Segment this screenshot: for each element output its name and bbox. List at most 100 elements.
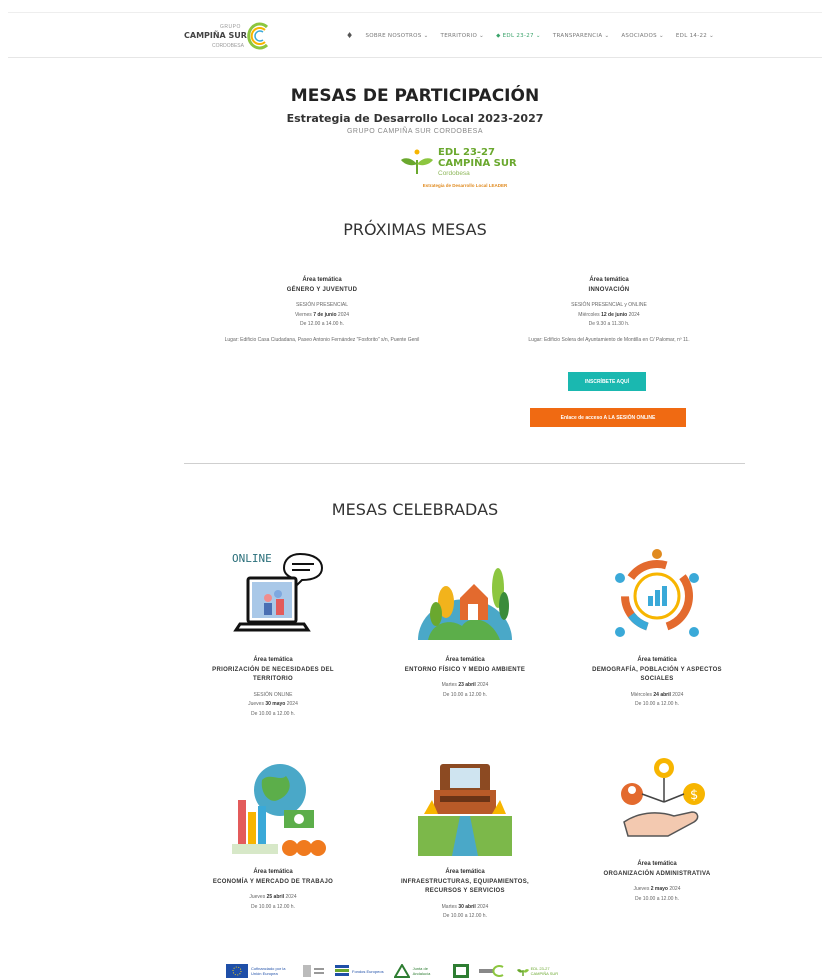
- sprout-icon: [401, 149, 433, 174]
- area-topic: DEMOGRAFÍA, POBLACIÓN Y ASPECTOS SOCIALE…: [592, 666, 722, 683]
- area-label: Área temática: [445, 657, 485, 663]
- area-label: Área temática: [637, 861, 677, 867]
- session-time: De 10.00 a 12.00 h.: [251, 710, 295, 717]
- online-session-link-button[interactable]: Enlace de acceso A LA SESIÓN ONLINE: [530, 408, 686, 427]
- past-card: $ Área temática ORGANIZACIÓN ADMINISTRAT…: [582, 752, 732, 904]
- area-topic: INNOVACIÓN: [588, 286, 630, 293]
- area-label: Área temática: [253, 657, 293, 663]
- session-mode: SESIÓN PRESENCIAL y ONLINE: [571, 302, 647, 308]
- fondos-text: Fondos Europeos: [352, 968, 384, 974]
- edl-footer-text: EDL 23-27 CAMPIÑA SUR: [530, 966, 559, 976]
- area-topic: ENTORNO FÍSICO Y MEDIO AMBIENTE: [404, 666, 526, 673]
- logo-brand-text: CAMPIÑA SUR: [184, 31, 247, 40]
- home-icon[interactable]: ♦: [346, 31, 353, 40]
- session-time: De 10.00 a 12.00 h.: [251, 903, 295, 910]
- past-card: Área temática DEMOGRAFÍA, POBLACIÓN Y AS…: [582, 548, 732, 710]
- junta-text: Junta de Andalucía: [412, 966, 431, 976]
- session-date: Viernes 7 de junio 2024: [294, 311, 350, 318]
- session-date: Jueves 25 abril 2024: [249, 894, 297, 900]
- session-time: De 10.00 a 12.00 h.: [443, 913, 487, 919]
- svg-text:$: $: [690, 788, 698, 803]
- nav-item-edl-14-22[interactable]: EDL 14-22 ⌄: [676, 33, 714, 39]
- area-label: Área temática: [589, 277, 629, 283]
- area-topic: INFRAESTRUCTURAS, EQUIPAMIENTOS, RECURSO…: [400, 878, 530, 895]
- nav-item-transparencia[interactable]: TRANSPARENCIA ⌄: [553, 33, 610, 39]
- main-nav: ♦ SOBRE NOSOTROS ⌄ TERRITORIO ⌄ ◆ EDL 23…: [346, 31, 714, 40]
- demography-illustration: [602, 548, 712, 648]
- site-logo[interactable]: GRUPO CAMPIÑA SUR CORDOBESA: [184, 21, 276, 53]
- edl-logo-line1: EDL 23-27: [438, 147, 495, 158]
- area-label: Área temática: [253, 869, 293, 875]
- logo-top-text: GRUPO: [220, 24, 241, 30]
- upcoming-item: Área temática GÉNERO Y JUVENTUD SESIÓN P…: [184, 276, 460, 345]
- group-name: GRUPO CAMPIÑA SUR CORDOBESA: [346, 128, 484, 135]
- administration-illustration: $: [602, 752, 712, 852]
- past-heading: MESAS CELEBRADAS: [331, 500, 499, 519]
- environment-illustration: [410, 548, 520, 648]
- session-place: Lugar: Edificio Solera del Ayuntamiento …: [528, 336, 690, 343]
- area-label: Área temática: [637, 657, 677, 663]
- logo-sub-text: CORDOBESA: [212, 43, 244, 49]
- session-date: Jueves 2 mayo 2024: [633, 886, 681, 892]
- session-mode: SESIÓN PRESENCIAL: [296, 302, 348, 308]
- session-time: De 12.00 a 14.00 h.: [300, 321, 344, 327]
- upcoming-item: Área temática INNOVACIÓN SESIÓN PRESENCI…: [474, 276, 744, 345]
- area-topic: ECONOMÍA Y MERCADO DE TRABAJO: [212, 878, 334, 885]
- infrastructure-illustration: [410, 760, 520, 860]
- register-button[interactable]: INSCRÍBETE AQUÍ: [568, 372, 646, 391]
- junta-andalucia-logo: Junta de Andalucía: [393, 964, 443, 978]
- session-date: Miércoles 12 de junio 2024: [578, 311, 640, 318]
- past-card: Área temática ENTORNO FÍSICO Y MEDIO AMB…: [390, 548, 540, 700]
- edl-logo-line4: Estrategia de Desarrollo Local LEADER: [422, 183, 508, 188]
- economy-illustration: [218, 760, 328, 860]
- session-date: Martes 30 abril 2024: [441, 903, 489, 910]
- session-place: Lugar: Edificio Casa Ciudadana, Paseo An…: [224, 336, 420, 343]
- nav-item-sobre-nosotros[interactable]: SOBRE NOSOTROS ⌄: [365, 33, 428, 39]
- nav-item-edl-23-27[interactable]: ◆ EDL 23-27 ⌄: [496, 33, 541, 39]
- eu-flag-icon: [226, 964, 248, 978]
- area-label: Área temática: [302, 277, 342, 283]
- campina-sur-icon: [478, 965, 504, 977]
- area-topic: GÉNERO Y JUVENTUD: [286, 286, 358, 293]
- page-title: MESAS DE PARTICIPACIÓN: [290, 86, 540, 106]
- session-date: Miércoles 24 abril 2024: [630, 691, 684, 698]
- edl-logo: EDL 23-27 CAMPIÑA SUR Cordobesa Estrateg…: [398, 142, 534, 194]
- session-date: Jueves 30 mayo 2024: [248, 701, 298, 707]
- session-date: Martes 23 abril 2024: [441, 682, 489, 688]
- campina-sur-footer-logo: [478, 964, 507, 978]
- sprout-small-icon: [516, 969, 529, 976]
- edl-footer-logo: EDL 23-27 CAMPIÑA SUR: [516, 964, 561, 978]
- fondos-flag-icon: [335, 965, 349, 976]
- session-time: De 10.00 a 12.00 h.: [635, 895, 679, 902]
- session-mode: SESIÓN ONLINE: [253, 691, 293, 698]
- area-topic: ORGANIZACIÓN ADMINISTRATIVA: [603, 870, 711, 877]
- eu-logo-text: Cofinanciado por la Unión Europea: [251, 966, 286, 976]
- leader-logo: [452, 964, 469, 978]
- edl-logo-line2: CAMPIÑA SUR: [438, 158, 517, 169]
- online-laptop-illustration: ONLINE: [218, 548, 328, 648]
- past-card: ONLINE Área temática PRIORIZACIÓN DE NEC…: [198, 548, 348, 719]
- funding-logos: Cofinanciado por la Unión Europea Fondos…: [226, 962, 706, 980]
- session-time: De 10.00 a 12.00 h.: [443, 691, 487, 698]
- eu-logo: Cofinanciado por la Unión Europea: [226, 964, 291, 978]
- junta-icon: [393, 964, 410, 978]
- edl-logo-line3: Cordobesa: [438, 170, 470, 177]
- section-divider: [184, 463, 745, 464]
- session-time: De 9.30 a 11.30 h.: [588, 321, 630, 327]
- nav-item-territorio[interactable]: TERRITORIO ⌄: [441, 33, 485, 39]
- nav-item-asociados[interactable]: ASOCIADOS ⌄: [621, 33, 664, 39]
- page-subtitle: Estrategia de Desarrollo Local 2023-2027: [286, 112, 544, 125]
- area-topic: PRIORIZACIÓN DE NECESIDADES DEL TERRITOR…: [212, 666, 334, 683]
- fondos-europeos-logo: Fondos Europeos: [335, 964, 384, 978]
- logo-c-icon: [247, 22, 269, 50]
- site-header: GRUPO CAMPIÑA SUR CORDOBESA ♦ SOBRE NOSO…: [8, 12, 822, 58]
- online-badge-text: ONLINE: [232, 552, 272, 565]
- coat-of-arms-icon: [303, 965, 324, 977]
- past-card: Área temática INFRAESTRUCTURAS, EQUIPAMI…: [390, 760, 540, 922]
- leader-icon: [452, 964, 469, 978]
- spain-government-logo: [301, 964, 325, 978]
- upcoming-heading: PRÓXIMAS MESAS: [343, 220, 487, 239]
- session-time: De 10.00 a 12.00 h.: [635, 701, 679, 707]
- area-label: Área temática: [445, 869, 485, 875]
- past-card: Área temática ECONOMÍA Y MERCADO DE TRAB…: [198, 760, 348, 912]
